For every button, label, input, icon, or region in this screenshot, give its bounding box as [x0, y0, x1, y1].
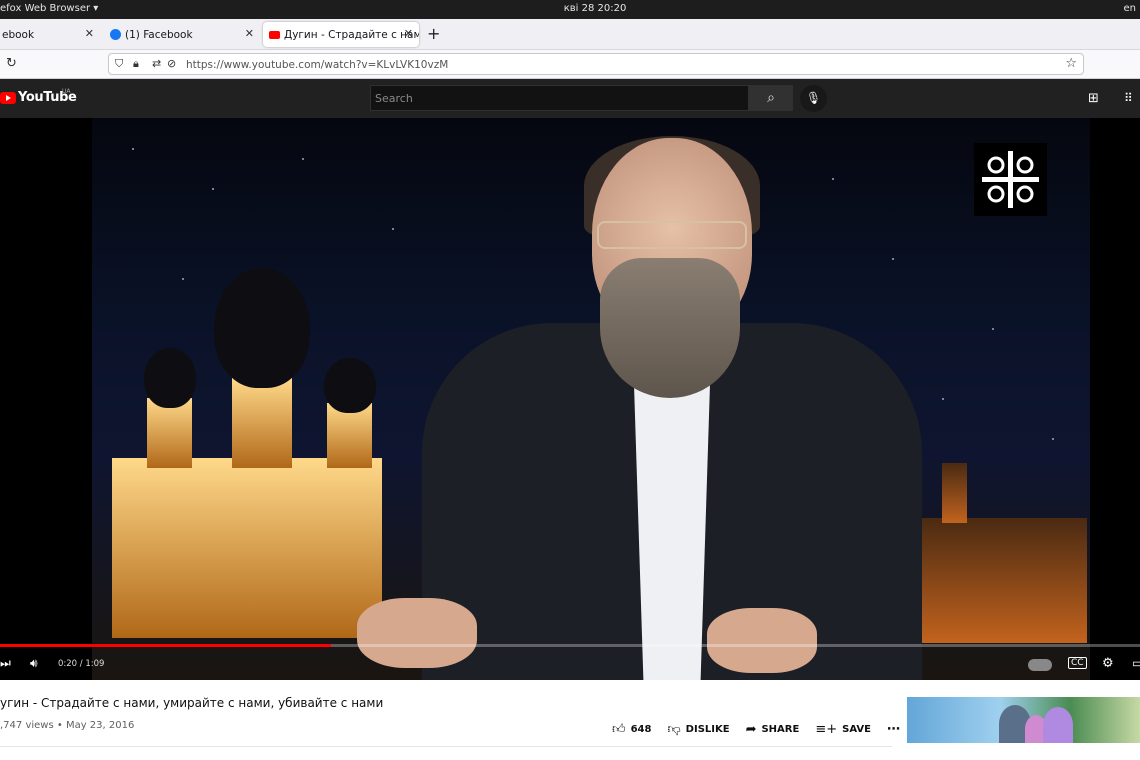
facebook-icon	[110, 29, 121, 40]
dislike-label: DISLIKE	[685, 723, 730, 735]
autoplay-toggle[interactable]	[1028, 659, 1052, 671]
tracking-off-icon[interactable]: ⊘	[167, 57, 176, 70]
new-tab-icon[interactable]: +	[427, 24, 440, 43]
tab-facebook-1[interactable]: ebook ✕	[0, 22, 100, 47]
like-button[interactable]: 👍︎ 648	[612, 722, 651, 737]
search-icon: ⌕	[767, 90, 775, 106]
more-actions-icon[interactable]: ⋯	[887, 722, 901, 737]
divider	[0, 746, 892, 747]
lock-icon[interactable]: 🔒︎	[133, 57, 139, 71]
channel-watermark-logo	[974, 143, 1047, 216]
youtube-play-icon	[0, 91, 16, 104]
share-label: SHARE	[761, 723, 800, 735]
playlist-add-icon: ≡+	[815, 721, 838, 737]
share-icon: ➦	[745, 721, 757, 737]
close-icon[interactable]: ✕	[245, 27, 254, 40]
video-frame[interactable]	[92, 118, 1090, 680]
thumbs-up-icon: 👍︎	[612, 721, 626, 737]
video-views-date: ,747 views • May 23, 2016	[0, 720, 135, 731]
microphone-icon: 🎙︎	[805, 91, 822, 105]
share-button[interactable]: ➦ SHARE	[746, 722, 800, 737]
system-top-bar: efox Web Browser ▾ кві 28 20:20 en	[0, 0, 1140, 19]
system-clock[interactable]: кві 28 20:20	[0, 3, 1140, 14]
church-dome	[214, 268, 310, 388]
save-button[interactable]: ≡+ SAVE	[815, 722, 871, 737]
url-bar[interactable]: ⛉ 🔒︎ ⇄ ⊘ https://www.youtube.com/watch?v…	[108, 53, 1084, 75]
close-icon[interactable]: ✕	[85, 27, 94, 40]
reload-icon[interactable]: ↻	[6, 56, 17, 71]
apps-grid-icon[interactable]: ⠿	[1124, 91, 1133, 105]
thumbs-down-icon: 👎︎	[667, 721, 681, 737]
settings-gear-icon[interactable]: ⚙	[1102, 656, 1114, 671]
create-video-icon[interactable]: ⊞	[1088, 91, 1099, 106]
video-actions: 👍︎ 648 👎︎ DISLIKE ➦ SHARE ≡+ SAVE ⋯	[612, 720, 901, 738]
progress-bar[interactable]	[0, 644, 1140, 647]
church-building	[112, 458, 382, 638]
miniplayer-icon[interactable]: ▭	[1132, 656, 1140, 670]
bookmark-star-icon[interactable]: ☆	[1065, 56, 1077, 71]
related-video-thumbnail[interactable]	[907, 697, 1140, 743]
video-title: угин - Страдайте с нами, умирайте с нами…	[0, 696, 384, 710]
captions-icon[interactable]: CC	[1068, 657, 1087, 669]
video-info: угин - Страдайте с нами, умирайте с нами…	[0, 680, 1140, 760]
close-icon[interactable]: ✕	[404, 27, 413, 40]
url-text[interactable]: https://www.youtube.com/watch?v=KLvLVK10…	[186, 59, 448, 71]
next-icon[interactable]: ⏭︎	[0, 656, 11, 671]
search-box[interactable]	[370, 85, 749, 111]
youtube-icon	[269, 30, 280, 39]
player-controls: ⏭︎ 🔊︎ 0:20 / 1:09 CC ⚙ ▭	[0, 650, 1140, 680]
tab-facebook-2[interactable]: (1) Facebook ✕	[104, 22, 260, 47]
youtube-masthead: YouTube UA ⌕ 🎙︎ ⊞ ⠿	[0, 79, 1140, 118]
permissions-icon[interactable]: ⇄	[152, 57, 161, 70]
like-count: 648	[630, 723, 652, 735]
save-label: SAVE	[842, 723, 871, 735]
volume-icon[interactable]: 🔊︎	[30, 656, 38, 671]
search-button[interactable]: ⌕	[749, 85, 793, 111]
time-display: 0:20 / 1:09	[58, 659, 105, 669]
video-player[interactable]: ⏭︎ 🔊︎ 0:20 / 1:09 CC ⚙ ▭	[0, 118, 1140, 680]
region-code: UA	[62, 88, 71, 95]
tab-title: Дугин - Страдайте с нами, ум	[284, 28, 419, 41]
keyboard-layout[interactable]: en	[1124, 3, 1137, 14]
dislike-button[interactable]: 👎︎ DISLIKE	[667, 722, 729, 737]
shield-icon[interactable]: ⛉	[115, 57, 123, 71]
tab-strip: ebook ✕ (1) Facebook ✕ Дугин - Страдайте…	[0, 19, 1140, 50]
nav-bar: ↻ ⛉ 🔒︎ ⇄ ⊘ https://www.youtube.com/watch…	[0, 50, 1140, 79]
progress-fill	[0, 644, 331, 647]
tab-title: (1) Facebook	[125, 28, 193, 41]
tab-youtube[interactable]: Дугин - Страдайте с нами, ум ✕	[263, 22, 419, 47]
youtube-logo[interactable]: YouTube UA	[0, 88, 77, 105]
voice-search-button[interactable]: 🎙︎	[800, 85, 827, 112]
search-input[interactable]	[371, 86, 748, 110]
